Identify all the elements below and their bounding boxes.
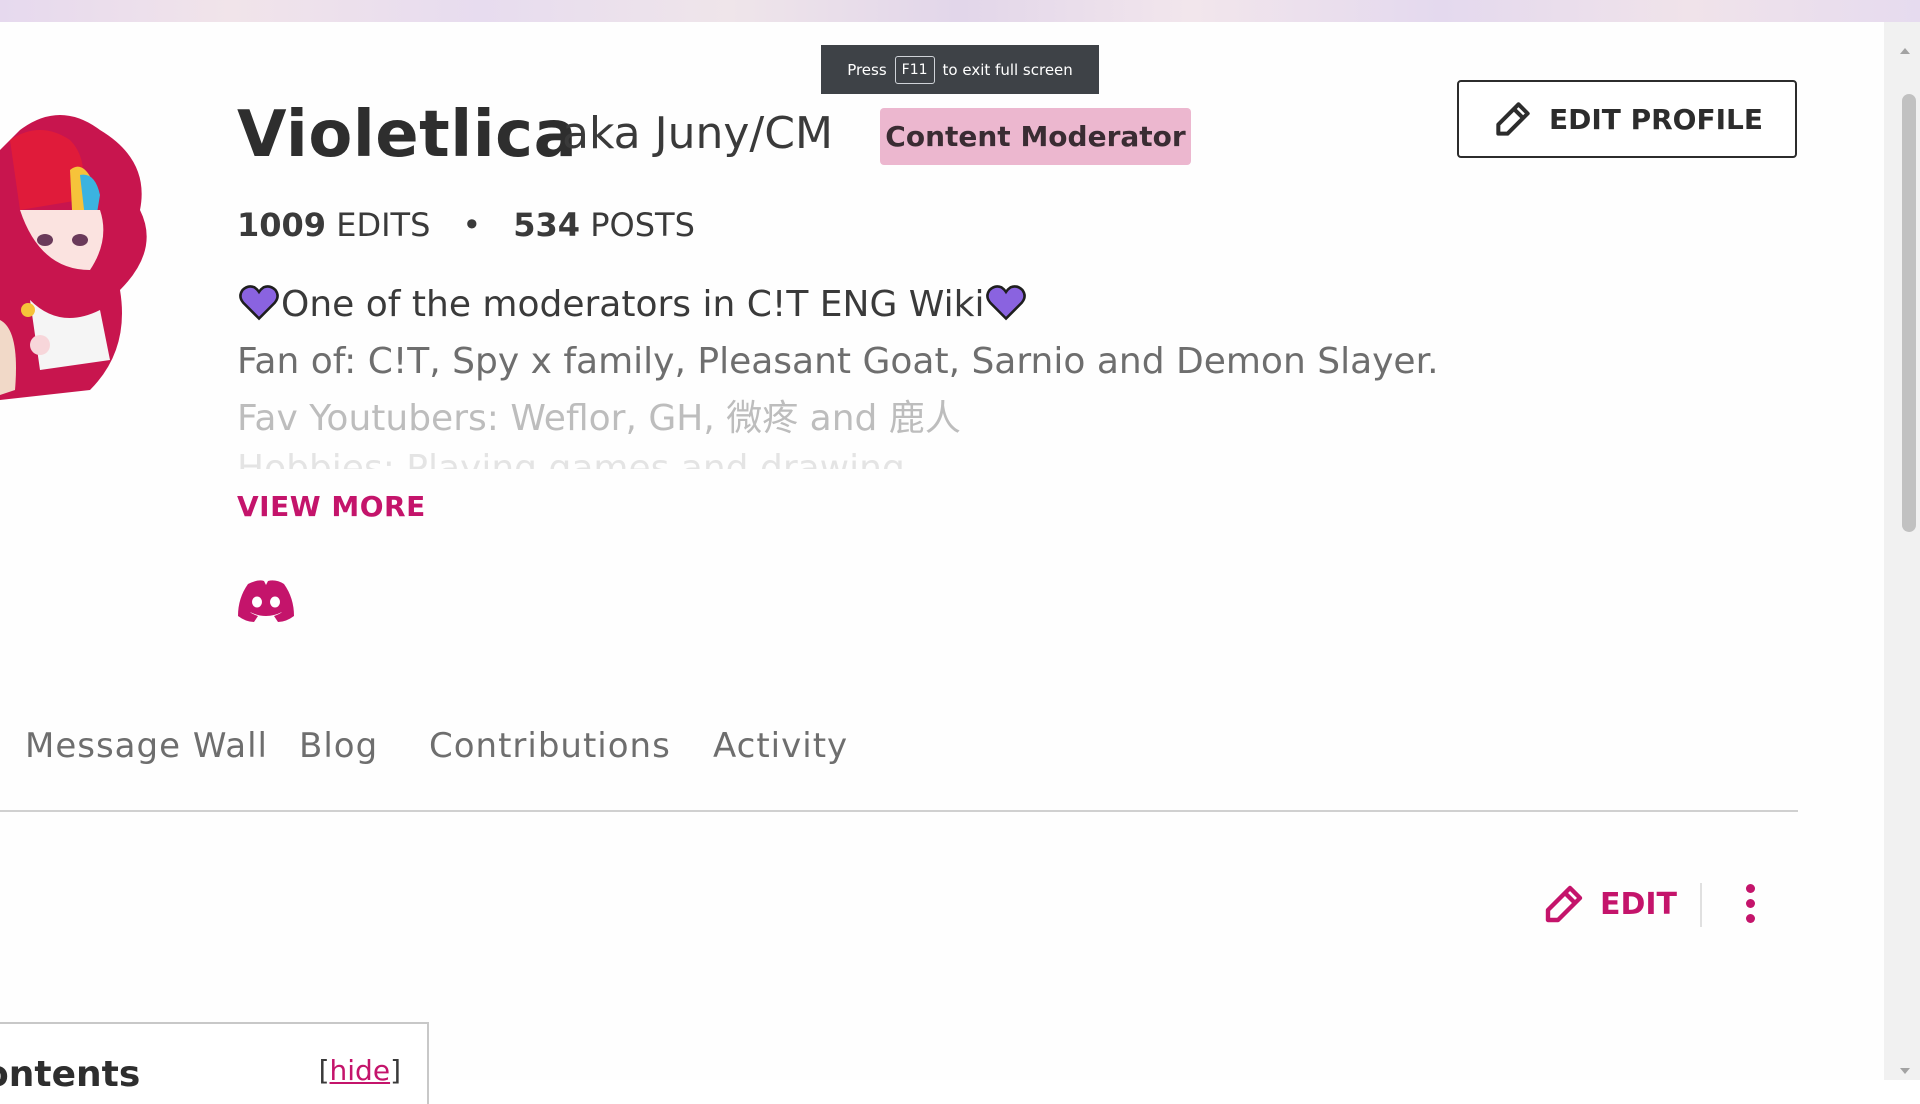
scrollbar[interactable] [1884, 22, 1920, 1080]
scrollbar-thumb[interactable] [1902, 94, 1916, 532]
bio-line-2: Fan of: C!T, Spy x family, Pleasant Goat… [237, 341, 1439, 382]
bio-line-3: Fav Youtubers: Weflor, GH, 微疼 and 鹿人 [237, 398, 961, 439]
bio-line-4: Hobbies: Playing games and drawing [237, 448, 905, 469]
tab-message-wall[interactable]: Message Wall [25, 726, 268, 766]
toc-hide-link[interactable]: hide [330, 1054, 391, 1087]
bio-line-1: One of the moderators in C!T ENG Wiki [237, 276, 1537, 333]
profile-stats: 1009 EDITS • 534 POSTS [237, 206, 695, 244]
table-of-contents: ontents [hide] [0, 1022, 429, 1104]
fullscreen-suffix-text: to exit full screen [942, 60, 1073, 79]
posts-count: 534 [513, 206, 581, 244]
user-avatar[interactable] [0, 100, 160, 400]
edit-profile-button[interactable]: EDIT PROFILE [1457, 80, 1797, 158]
role-badge: Content Moderator [880, 108, 1191, 165]
purple-heart-icon [986, 285, 1027, 321]
action-divider [1700, 883, 1702, 927]
toc-hide-close: ] [390, 1054, 401, 1087]
more-options-icon[interactable] [1740, 880, 1760, 928]
posts-stat[interactable]: 534 POSTS [513, 206, 695, 244]
toc-title: ontents [0, 1054, 141, 1095]
tab-activity[interactable]: Activity [713, 726, 848, 766]
profile-bio: One of the moderators in C!T ENG Wiki Fa… [237, 276, 1537, 469]
posts-label: POSTS [590, 206, 695, 244]
view-more-link[interactable]: VIEW MORE [237, 490, 426, 523]
toc-hide-control: [hide] [319, 1054, 401, 1087]
stats-separator: • [462, 206, 482, 244]
edit-profile-label: EDIT PROFILE [1548, 102, 1764, 136]
edits-count: 1009 [237, 206, 327, 244]
profile-tabs: Message Wall Blog Contributions Activity [0, 726, 1798, 812]
profile-aka: aka Juny/CM [562, 108, 833, 159]
edit-button[interactable]: EDIT [1540, 880, 1677, 928]
fullscreen-press-text: Press [847, 60, 887, 79]
edits-stat[interactable]: 1009 EDITS [237, 206, 430, 244]
fullscreen-key: F11 [894, 55, 935, 84]
fullscreen-notice: Press F11 to exit full screen [821, 45, 1099, 94]
profile-username: Violetlica [237, 98, 578, 172]
scroll-down-arrow-icon[interactable] [1900, 1068, 1910, 1074]
bio-line-1-text: One of the moderators in C!T ENG Wiki [281, 284, 985, 325]
wiki-header-band [0, 0, 1920, 22]
edit-label: EDIT [1600, 886, 1678, 922]
edits-label: EDITS [336, 206, 431, 244]
toc-hide-open: [ [318, 1054, 330, 1087]
scroll-up-arrow-icon[interactable] [1900, 48, 1910, 54]
pencil-icon [1545, 885, 1583, 923]
discord-icon[interactable] [236, 578, 296, 622]
pencil-icon [1496, 102, 1530, 136]
purple-heart-icon [239, 285, 279, 321]
tab-blog[interactable]: Blog [299, 726, 378, 766]
tab-contributions[interactable]: Contributions [429, 726, 671, 766]
